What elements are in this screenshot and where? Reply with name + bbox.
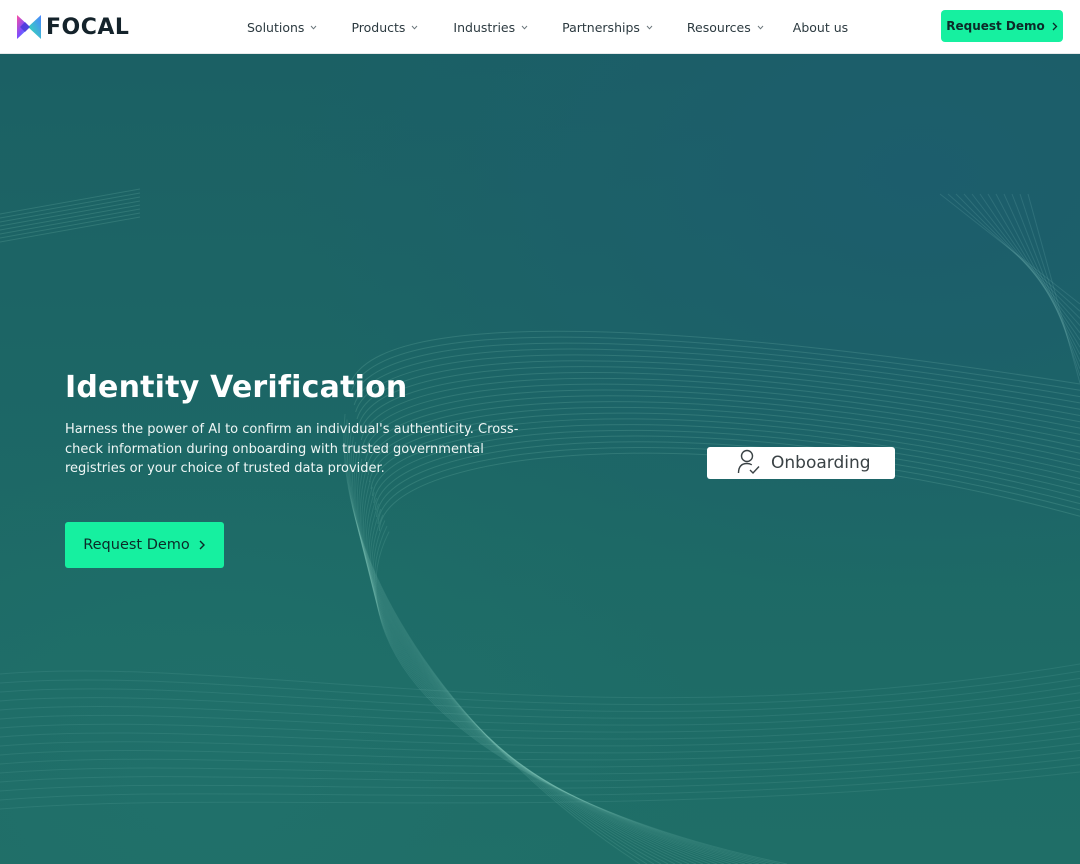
main-nav: Solutions Products Industries Partnershi… <box>247 0 848 54</box>
nav-item-solutions[interactable]: Solutions <box>247 0 317 54</box>
onboarding-chip: Onboarding <box>707 447 895 479</box>
wave-line <box>0 670 1080 706</box>
wave-line <box>0 212 141 239</box>
wave-line <box>0 204 141 231</box>
chevron-right-icon <box>1052 22 1058 30</box>
hero-title: Identity Verification <box>65 370 408 405</box>
chevron-down-icon <box>412 25 418 30</box>
wave-line <box>0 208 141 235</box>
nav-item-label: About us <box>792 19 849 35</box>
nav-item-partnerships[interactable]: Partnerships <box>562 0 653 54</box>
wave-line <box>0 196 141 223</box>
wave-line <box>995 193 1080 355</box>
wave-line <box>370 509 760 864</box>
nav-item-label: Industries <box>453 19 516 35</box>
chevron-right-icon <box>199 540 205 550</box>
wave-line <box>963 193 1080 326</box>
wave-line <box>1027 193 1080 384</box>
onboarding-label: Onboarding <box>771 453 871 473</box>
wave-line <box>360 469 711 864</box>
wave-line <box>356 360 1080 420</box>
hero-description: Harness the power of AI to confirm an in… <box>65 422 519 476</box>
wave-line <box>979 193 1080 341</box>
user-check-icon <box>737 449 760 475</box>
wave-line <box>365 492 739 864</box>
wave-line <box>352 342 1080 399</box>
nav-item-products[interactable]: Products <box>351 0 418 54</box>
wave-line <box>349 330 1080 385</box>
nav-item-label: Partnerships <box>562 19 640 35</box>
wave-line <box>0 663 1080 699</box>
nav-item-label: Resources <box>686 19 751 35</box>
wave-line <box>0 188 141 215</box>
nav-item-resources[interactable]: Resources <box>687 0 764 54</box>
wave-line <box>955 193 1080 319</box>
wave-line <box>0 677 1080 712</box>
wave-line <box>0 200 141 227</box>
hero-section: Identity Verification Harness the power … <box>0 54 1080 864</box>
chevron-down-icon <box>521 25 528 30</box>
wave-line <box>0 706 1080 740</box>
nav-item-label: Solutions <box>247 19 305 35</box>
wave-line <box>0 699 1080 733</box>
wave-line <box>0 192 141 219</box>
wave-line <box>0 735 1080 768</box>
nav-item-industries[interactable]: Industries <box>453 0 528 54</box>
brand-logo[interactable]: FOCAL <box>16 12 129 42</box>
chevron-down-icon <box>311 25 317 30</box>
wave-line <box>971 193 1080 334</box>
nav-item-about-us[interactable]: About us <box>793 0 848 54</box>
wave-line <box>0 692 1080 726</box>
request-demo-button[interactable]: Request Demo <box>941 10 1063 42</box>
chevron-down-icon <box>646 25 653 30</box>
nav-item-label: Products <box>351 19 406 35</box>
wave-line <box>1011 193 1080 369</box>
top-navbar: FOCAL Solutions Products Industries Part… <box>0 0 1080 54</box>
wave-line <box>0 742 1080 775</box>
wave-line <box>1003 193 1080 362</box>
brand-name: FOCAL <box>46 14 130 40</box>
hero-request-demo-label: Request Demo <box>83 537 190 553</box>
chevron-down-icon <box>757 25 764 30</box>
wave-line <box>0 216 141 243</box>
hero-request-demo-button[interactable]: Request Demo <box>65 522 224 568</box>
wave-line <box>357 366 1080 427</box>
focal-logo-icon <box>17 15 41 39</box>
request-demo-label: Request Demo <box>946 19 1045 33</box>
